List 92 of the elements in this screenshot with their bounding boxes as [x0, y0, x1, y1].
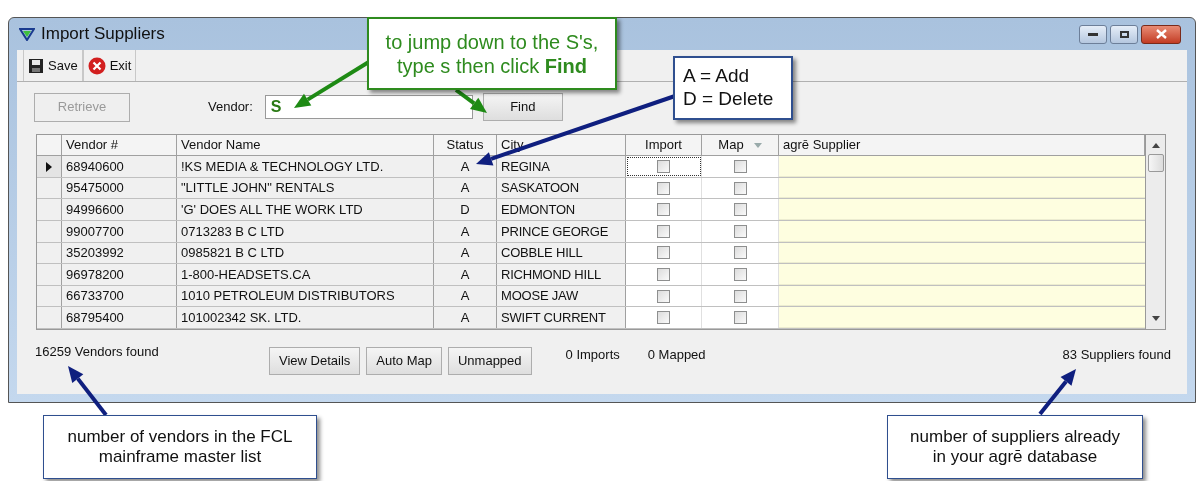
table-cell: A [434, 285, 497, 307]
column-header[interactable]: Vendor # [62, 135, 177, 156]
supplier-cell[interactable] [779, 307, 1145, 328]
table-row[interactable]: 96978200 1-800-HEADSETS.CA A RICHMOND HILL [37, 264, 1145, 286]
checkbox[interactable] [657, 311, 670, 325]
table-row[interactable]: 35203992 0985821 B C LTD A COBBLE HILL [37, 242, 1145, 265]
scroll-thumb[interactable] [1147, 154, 1164, 172]
column-header[interactable]: Map [702, 135, 779, 156]
table-cell: A [434, 307, 497, 328]
table-cell: 68940600 [62, 156, 177, 177]
supplier-cell[interactable] [779, 177, 1145, 199]
footer-button[interactable]: Auto Map [366, 347, 442, 375]
checkbox[interactable] [657, 289, 670, 303]
triangle-logo-icon [19, 27, 35, 41]
supplier-cell[interactable] [779, 285, 1145, 307]
vendors-found-text: 16259 Vendors found [35, 343, 160, 361]
vendor-field[interactable]: S [264, 95, 473, 119]
table-cell: 95475000 [62, 177, 177, 199]
callout: to jump down to the S's, type s then click Find [367, 17, 617, 90]
table-cell: 94996600 [62, 199, 177, 221]
footer-button[interactable]: View Details [269, 347, 361, 375]
supplier-cell[interactable] [779, 242, 1145, 264]
checkbox[interactable] [657, 268, 670, 281]
imports-count: 0 Imports [565, 346, 620, 364]
table-row[interactable]: 99007700 0713283 B C LTD A PRINCE GEORGE [37, 221, 1145, 243]
checkbox[interactable] [657, 203, 670, 217]
mapped-count: 0 Mapped [647, 346, 706, 364]
column-header[interactable]: Import [626, 135, 702, 156]
table-cell: A [434, 242, 497, 264]
table-cell: 0713283 B C LTD [177, 221, 434, 242]
arrow [68, 366, 108, 417]
table-cell: 99007700 [62, 221, 177, 242]
close-icon [87, 56, 106, 75]
vendor-label: Vendor: [208, 98, 253, 117]
exit-button[interactable]: Exit [82, 50, 137, 81]
table-cell: !KS MEDIA & TECHNOLOGY LTD. [177, 156, 434, 177]
table-cell: A [434, 177, 497, 199]
checkbox[interactable] [733, 203, 747, 217]
table-cell: "LITTLE JOHN" RENTALS [177, 177, 434, 199]
checkbox[interactable] [657, 224, 670, 238]
table-row[interactable]: 68940600 !KS MEDIA & TECHNOLOGY LTD. A REGINA [37, 156, 1145, 178]
close-button[interactable] [1141, 24, 1181, 44]
save-button[interactable]: Save [23, 50, 83, 81]
supplier-cell[interactable] [779, 199, 1145, 221]
arrow [1038, 369, 1076, 416]
window-title: Import Suppliers [41, 23, 165, 46]
scroll-down-icon [1151, 316, 1160, 321]
footer-button[interactable]: Unmapped [447, 347, 532, 375]
column-header[interactable]: agrē Supplier [779, 135, 1145, 156]
column-header[interactable]: Vendor Name [177, 135, 434, 156]
sort-arrow-icon [753, 142, 762, 148]
scrollbar[interactable] [1146, 134, 1166, 330]
table-row[interactable]: 68795400 101002342 SK. LTD. A SWIFT CURRENT [37, 307, 1145, 329]
checkbox[interactable] [657, 181, 670, 195]
table-cell: A [434, 264, 497, 285]
callout: number of vendors in the FCL mainframe master list [43, 415, 317, 479]
checkbox[interactable] [733, 181, 747, 195]
table-row[interactable]: 94996600 'G' DOES ALL THE WORK LTD D EDMONTON [37, 199, 1145, 222]
supplier-cell[interactable] [779, 264, 1145, 285]
table-cell: A [434, 221, 497, 242]
supplier-cell[interactable] [779, 221, 1145, 242]
supplier-cell[interactable] [779, 156, 1145, 177]
table-cell: 96978200 [62, 264, 177, 285]
table-cell: 68795400 [62, 307, 177, 328]
checkbox[interactable] [733, 268, 747, 281]
callout: A = Add D = Delete [673, 56, 793, 120]
checkbox[interactable] [657, 160, 670, 174]
table-cell: 'G' DOES ALL THE WORK LTD [177, 199, 434, 221]
maximize-button[interactable] [1110, 24, 1138, 44]
table-cell: D [434, 199, 497, 221]
row-header[interactable] [37, 156, 62, 177]
checkbox[interactable] [733, 289, 747, 303]
checkbox[interactable] [733, 311, 747, 325]
table-row[interactable]: 66733700 1010 PETROLEUM DISTRIBUTORS A MOOSE JAW [37, 285, 1145, 308]
table-cell: 0985821 B C LTD [177, 242, 434, 264]
table-cell: 35203992 [62, 242, 177, 264]
current-row-icon [46, 161, 52, 172]
table-cell: 1010 PETROLEUM DISTRIBUTORS [177, 285, 434, 307]
close-icon [1155, 29, 1167, 39]
callout: number of suppliers already in your agrē database [887, 415, 1143, 479]
suppliers-found-text: 83 Suppliers found [1062, 346, 1171, 364]
find-button[interactable]: Find [482, 93, 563, 121]
table-cell: 66733700 [62, 285, 177, 307]
checkbox[interactable] [733, 160, 747, 174]
table-row[interactable]: 95475000 "LITTLE JOHN" RENTALS A SASKATOON [37, 177, 1145, 200]
scroll-up-icon [1151, 143, 1160, 148]
minimize-button[interactable] [1079, 24, 1107, 44]
table-cell: 101002342 SK. LTD. [177, 307, 434, 328]
checkbox[interactable] [733, 224, 747, 238]
table-cell: 1-800-HEADSETS.CA [177, 264, 434, 285]
checkbox[interactable] [733, 246, 747, 260]
checkbox[interactable] [657, 246, 670, 260]
